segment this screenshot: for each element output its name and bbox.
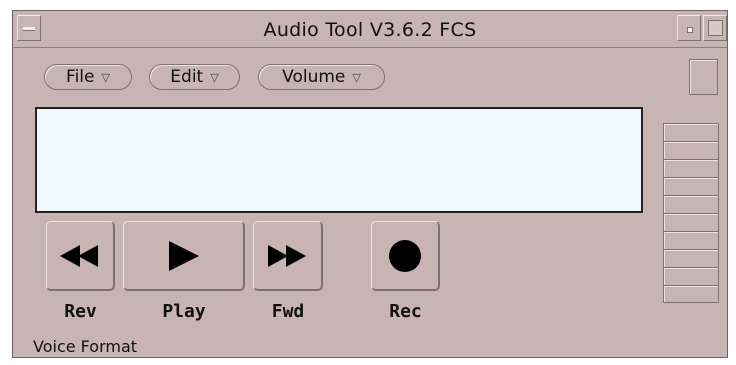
play-label: Play: [162, 301, 206, 322]
edit-menu-label: Edit: [170, 67, 204, 87]
rev-label: Rev: [64, 301, 97, 322]
vu-meter-segment: [663, 159, 719, 177]
rec-button[interactable]: [371, 221, 440, 291]
level-indicator-box: [689, 59, 718, 95]
minimize-icon: [687, 27, 693, 33]
play-icon: [168, 240, 199, 271]
waveform-display[interactable]: [35, 107, 643, 213]
vu-meter-segment: [663, 141, 719, 159]
maximize-button[interactable]: [703, 15, 727, 41]
vu-meter-segment: [663, 231, 719, 249]
audio-tool-window: Audio Tool V3.6.2 FCS File ▽ Edit ▽ Volu…: [12, 10, 728, 358]
file-menu-button[interactable]: File ▽: [44, 64, 132, 90]
play-button[interactable]: [123, 221, 245, 291]
volume-menu-label: Volume: [282, 67, 346, 87]
status-text: Voice Format: [33, 337, 138, 356]
maximize-icon: [708, 20, 723, 36]
vu-meter-segment: [663, 213, 719, 231]
dropdown-caret-icon: ▽: [210, 70, 219, 84]
dropdown-caret-icon: ▽: [101, 70, 110, 84]
window-title: Audio Tool V3.6.2 FCS: [263, 19, 477, 41]
rec-label: Rec: [389, 301, 422, 322]
fast-forward-icon: [267, 244, 306, 267]
vu-meter-segment: [663, 267, 719, 285]
title-bar[interactable]: Audio Tool V3.6.2 FCS: [13, 11, 727, 48]
vu-meter-segment: [663, 285, 719, 303]
dropdown-caret-icon: ▽: [352, 70, 361, 84]
record-icon: [389, 239, 421, 272]
vu-meter: [663, 123, 719, 303]
volume-menu-button[interactable]: Volume ▽: [258, 64, 385, 90]
vu-meter-segment: [663, 249, 719, 267]
vu-meter-segment: [663, 195, 719, 213]
fwd-label: Fwd: [271, 301, 305, 322]
rev-button[interactable]: [46, 221, 115, 291]
vu-meter-segment: [663, 177, 719, 195]
rewind-icon: [60, 244, 98, 267]
minimize-button[interactable]: [677, 15, 701, 41]
file-menu-label: File: [66, 67, 95, 87]
vu-meter-segment: [663, 123, 719, 141]
fwd-button[interactable]: [253, 221, 323, 291]
edit-menu-button[interactable]: Edit ▽: [149, 64, 240, 90]
